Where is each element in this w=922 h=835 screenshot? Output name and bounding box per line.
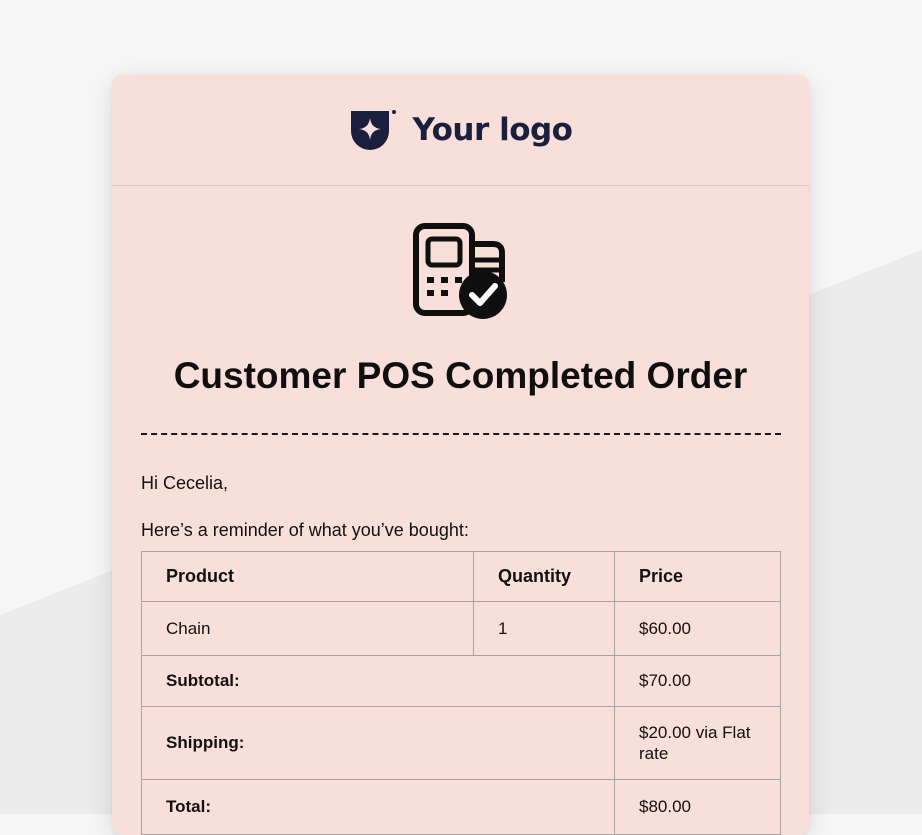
pos-terminal-check-icon: [412, 223, 507, 319]
email-header: Your logo: [112, 75, 809, 186]
total-label: Total:: [141, 779, 615, 835]
item-price: $60.00: [614, 601, 781, 656]
shield-star-logo-icon: [350, 110, 396, 150]
hero-section: Customer POS Completed Order: [112, 186, 809, 397]
greeting-text: Hi Cecelia,: [141, 473, 229, 493]
email-card: Your logo Customer POS Completed Order H…: [112, 75, 809, 835]
subtotal-label: Subtotal:: [141, 655, 615, 707]
header-price: Price: [614, 551, 781, 602]
header-product: Product: [141, 551, 474, 602]
item-product: Chain: [141, 601, 474, 656]
logo: Your logo: [349, 109, 573, 151]
subtotal-row: Subtotal: $70.00: [141, 655, 781, 707]
table-row: Chain 1 $60.00: [141, 601, 781, 656]
intro-text: Here’s a reminder of what you’ve bought:: [141, 520, 469, 540]
shipping-row: Shipping: $20.00 via Flat rate: [141, 706, 781, 780]
dashed-divider: [141, 433, 781, 435]
item-quantity: 1: [473, 601, 615, 656]
subtotal-value: $70.00: [614, 655, 781, 707]
page-title: Customer POS Completed Order: [173, 355, 748, 396]
total-value: $80.00: [614, 779, 781, 835]
order-table: Product Quantity Price Chain 1 $60.00 Su…: [141, 551, 781, 835]
shipping-label: Shipping:: [141, 706, 615, 780]
shipping-value: $20.00 via Flat rate: [614, 706, 781, 780]
logo-text: Your logo: [412, 112, 573, 148]
total-row: Total: $80.00: [141, 779, 781, 835]
table-header-row: Product Quantity Price: [141, 551, 781, 602]
header-quantity: Quantity: [473, 551, 615, 602]
